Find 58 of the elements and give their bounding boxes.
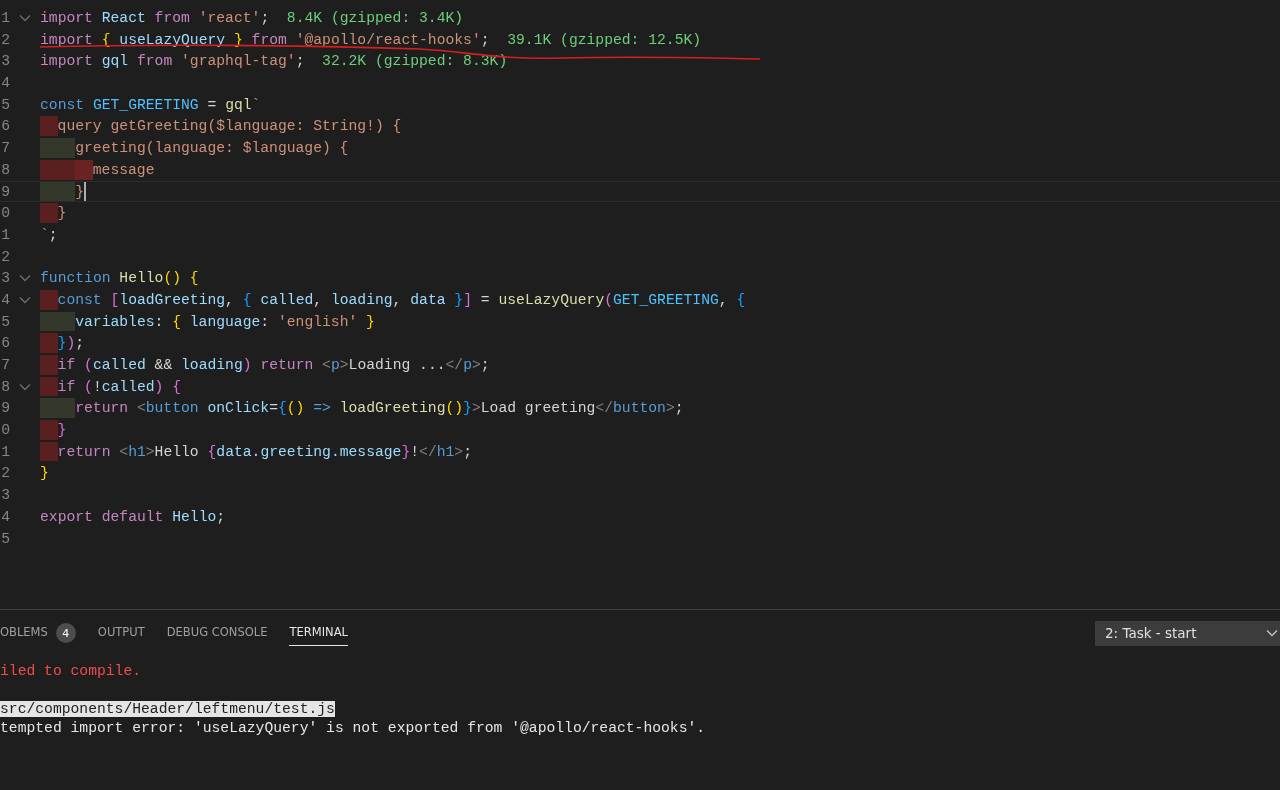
code-line: function Hello() { [40, 269, 199, 288]
line-number: 8 [0, 377, 10, 397]
code-line: return <h1>Hello {data.greeting.message}!</h1>; [57, 442, 472, 462]
line-number: 5 [0, 95, 10, 115]
chevron-icon[interactable] [19, 295, 31, 304]
line-number: 8 [0, 160, 10, 180]
line-number: 2 [0, 464, 10, 484]
line-number: 1 [0, 442, 10, 462]
line-number: 0 [0, 204, 10, 223]
code-line: } [40, 464, 49, 484]
line-number: 1 [0, 9, 10, 28]
line-number: 9 [0, 399, 10, 419]
code-line: return <button onClick={() => loadGreeting()}>Load greeting</button>; [75, 399, 684, 419]
code-line: }); [57, 334, 85, 353]
terminal-line: iled to compile. [0, 663, 142, 679]
line-number: 3 [0, 269, 10, 288]
panel-tab[interactable]: OBLEMS [0, 620, 48, 646]
chevron-icon[interactable] [19, 274, 31, 283]
panel-tab[interactable]: TERMINAL [289, 620, 348, 646]
line-number: 7 [0, 139, 10, 158]
code-line: } [57, 204, 67, 223]
line-number: 7 [0, 356, 10, 375]
line-number: 4 [0, 290, 10, 310]
code-line: variables: { language: 'english' } [75, 312, 375, 332]
line-number: 0 [0, 421, 10, 440]
count-badge: 4 [55, 623, 76, 643]
line-number: 6 [0, 117, 10, 137]
text-cursor [84, 181, 86, 202]
terminal-line: tempted import error: 'useLazyQuery' is not exported from '@apollo/react-hooks'. [0, 720, 706, 736]
task-dropdown[interactable]: 2: Task - start [1095, 620, 1280, 646]
code-line: greeting(language: $language) { [75, 139, 349, 158]
line-number: 2 [0, 30, 10, 50]
code-line: if (called && loading) return <p>Loading ...</p>; [57, 356, 490, 375]
line-number: 1 [0, 225, 10, 245]
panel-tab[interactable]: OUTPUT [97, 620, 145, 646]
chevron-icon [1266, 629, 1278, 637]
panel-tab[interactable]: DEBUG CONSOLE [166, 620, 268, 646]
code-line: import React from 'react'; 8.4K (gzipped: 3.4K) [40, 9, 464, 28]
code-line: message [92, 160, 155, 180]
chevron-icon[interactable] [19, 13, 31, 22]
code-line: export default Hello; [40, 507, 226, 527]
line-number: 9 [0, 182, 10, 202]
code-line: `; [40, 225, 58, 245]
line-number: 5 [0, 312, 10, 332]
line-number: 3 [0, 52, 10, 72]
line-number: 4 [0, 74, 10, 93]
line-number: 2 [0, 247, 10, 267]
line-number: 4 [0, 507, 10, 527]
line-number: 5 [0, 529, 10, 549]
line-number: 3 [0, 486, 10, 505]
code-line: } [57, 421, 67, 440]
code-line: const GET_GREETING = gql` [40, 95, 261, 115]
chevron-icon[interactable] [19, 382, 31, 391]
code-line: } [75, 182, 84, 202]
code-line: if (!called) { [57, 377, 182, 397]
code-line: query getGreeting($language: String!) { [57, 117, 402, 137]
code-line: const [loadGreeting, { called, loading, data }] = useLazyQuery(GET_GREETING, { [57, 290, 746, 310]
line-number: 6 [0, 334, 10, 353]
